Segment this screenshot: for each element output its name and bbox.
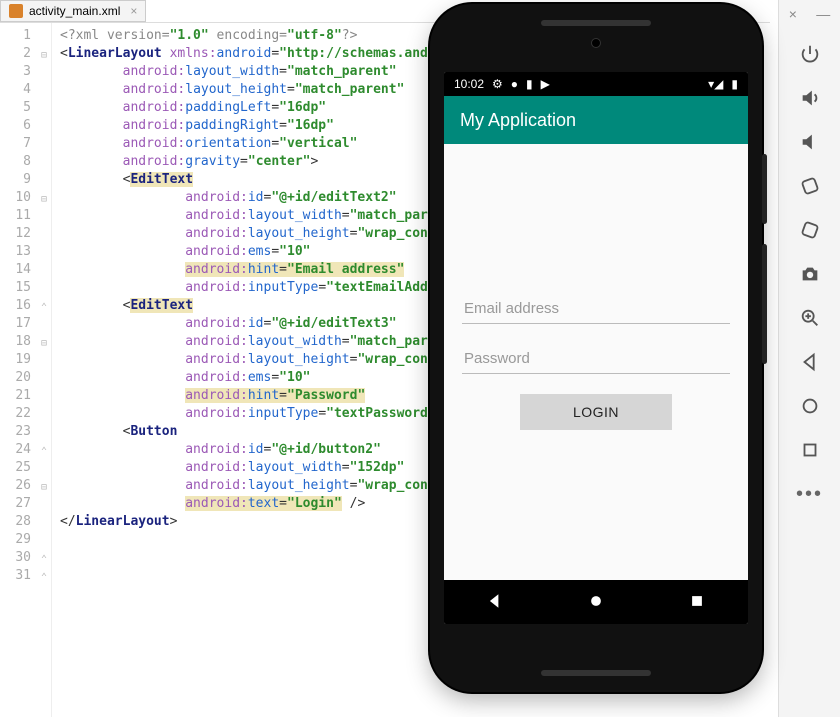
play-icon: ▶ xyxy=(541,77,550,91)
notification-dot-icon: ● xyxy=(511,77,518,91)
speaker-top xyxy=(541,20,651,26)
app-title: My Application xyxy=(460,110,576,131)
password-field[interactable] xyxy=(462,344,730,374)
bug-icon: ▮ xyxy=(526,77,533,91)
phone-emulator: 10:02 ⚙ ● ▮ ▶ ▾◢ ▮ My Application LOGIN xyxy=(430,4,762,692)
line-gutter: 12⊟345678910⊟111213141516⌃1718⊟192021222… xyxy=(0,23,52,717)
zoom-icon[interactable] xyxy=(788,298,832,338)
camera-icon[interactable] xyxy=(788,254,832,294)
speaker-bottom xyxy=(541,670,651,676)
volume-up-icon[interactable] xyxy=(788,78,832,118)
battery-icon: ▮ xyxy=(731,77,738,91)
login-form: LOGIN xyxy=(444,144,748,580)
nav-overview-icon[interactable] xyxy=(788,430,832,470)
close-window-icon[interactable]: × xyxy=(789,6,797,22)
android-status-bar: 10:02 ⚙ ● ▮ ▶ ▾◢ ▮ xyxy=(444,72,748,96)
nav-home-icon[interactable] xyxy=(788,386,832,426)
gear-icon: ⚙ xyxy=(492,77,503,91)
android-overview-icon[interactable] xyxy=(688,592,706,613)
email-field[interactable] xyxy=(462,294,730,324)
android-back-icon[interactable] xyxy=(486,592,504,613)
front-camera xyxy=(591,38,601,48)
app-bar: My Application xyxy=(444,96,748,144)
emulator-toolbar: × — ••• xyxy=(778,0,840,717)
rotate-left-icon[interactable] xyxy=(788,166,832,206)
power-icon[interactable] xyxy=(788,34,832,74)
wifi-icon: ▾◢ xyxy=(708,77,723,91)
device-screen[interactable]: 10:02 ⚙ ● ▮ ▶ ▾◢ ▮ My Application LOGIN xyxy=(444,72,748,624)
nav-back-icon[interactable] xyxy=(788,342,832,382)
more-icon[interactable]: ••• xyxy=(788,474,832,514)
window-controls: × — xyxy=(779,6,840,22)
device-power-button[interactable] xyxy=(762,154,767,224)
device-volume-button[interactable] xyxy=(762,244,767,364)
file-tab-label: activity_main.xml xyxy=(29,4,120,18)
login-button[interactable]: LOGIN xyxy=(520,394,672,430)
xml-file-icon xyxy=(9,4,23,18)
volume-down-icon[interactable] xyxy=(788,122,832,162)
editor-file-tab[interactable]: activity_main.xml × xyxy=(0,0,146,22)
minimize-window-icon[interactable]: — xyxy=(816,6,830,22)
status-time: 10:02 xyxy=(454,77,484,91)
android-home-icon[interactable] xyxy=(587,592,605,613)
android-nav-bar xyxy=(444,580,748,624)
rotate-right-icon[interactable] xyxy=(788,210,832,250)
close-icon[interactable]: × xyxy=(130,4,137,18)
